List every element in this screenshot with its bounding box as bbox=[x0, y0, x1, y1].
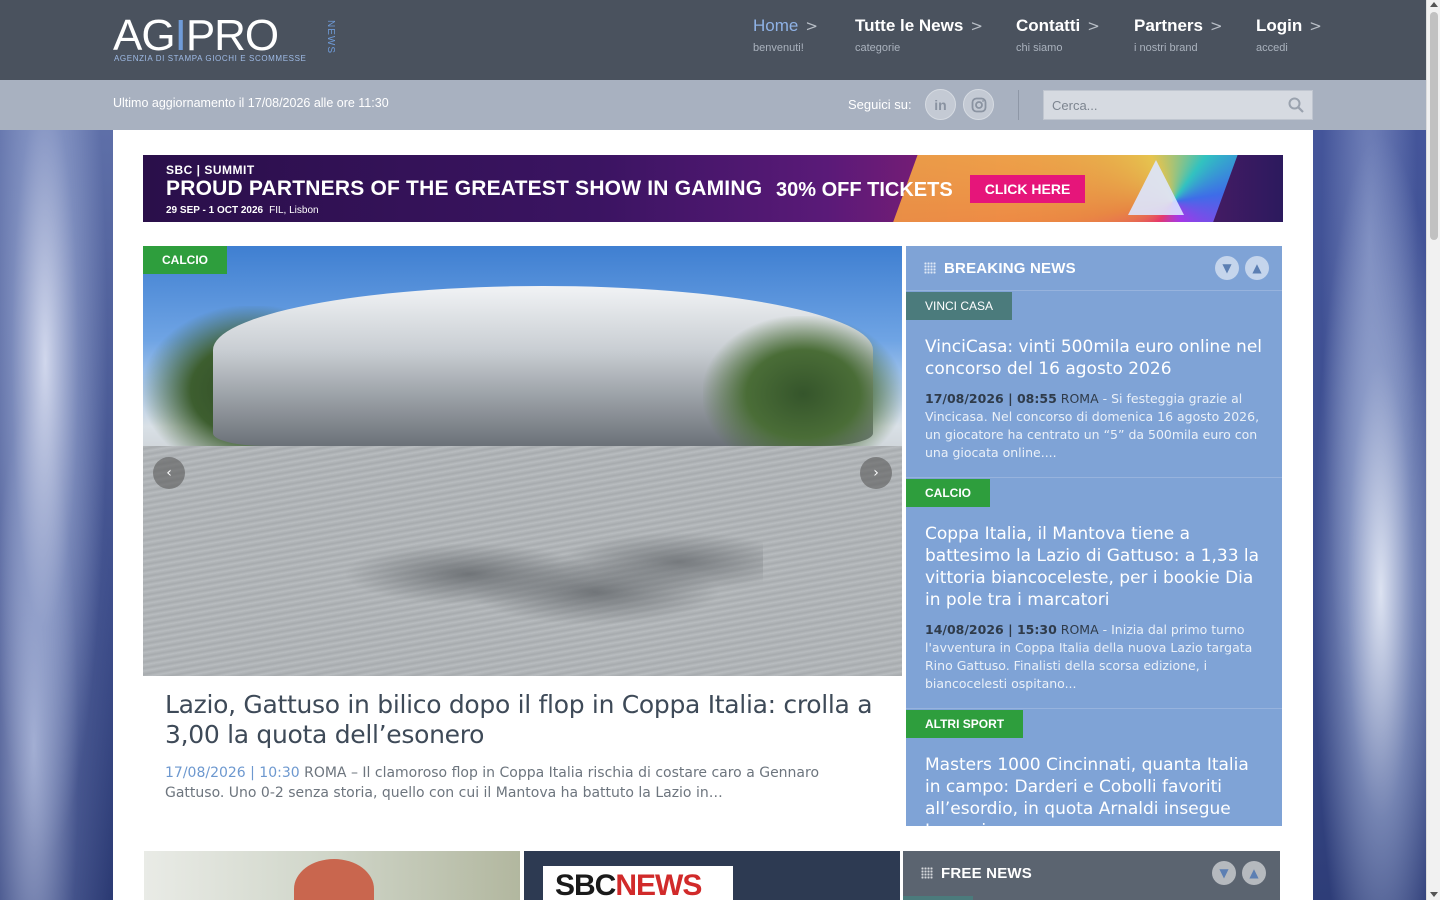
grip-icon bbox=[921, 867, 933, 879]
scroll-down-icon[interactable] bbox=[1430, 892, 1438, 897]
slider-prev-icon[interactable]: ‹ bbox=[153, 457, 185, 489]
breaking-news-item[interactable]: VINCI CASA VinciCasa: vinti 500mila euro… bbox=[906, 292, 1282, 478]
chevron-right-icon: > bbox=[805, 17, 818, 35]
article-thumbnail[interactable] bbox=[144, 851, 520, 900]
slider-next-icon[interactable]: › bbox=[860, 457, 892, 489]
nav-contatti-label: Contatti bbox=[1016, 16, 1081, 35]
breaking-news-title: BREAKING NEWS bbox=[944, 260, 1076, 277]
nav-tutte-le-news[interactable]: Tutte le News > categorie bbox=[855, 16, 983, 66]
hero-datetime: 17/08/2026 | 10:30 bbox=[165, 765, 300, 781]
hero-category-badge[interactable]: CALCIO bbox=[143, 246, 227, 274]
breaking-news-header: BREAKING NEWS ▼ ▲ bbox=[906, 246, 1282, 291]
info-bar: Ultimo aggiornamento il 17/08/2026 alle … bbox=[0, 80, 1426, 130]
nav-tutte-le-news-sub: categorie bbox=[855, 42, 901, 54]
background-left bbox=[0, 130, 113, 900]
search-icon[interactable] bbox=[1288, 97, 1304, 113]
item-category-badge[interactable]: VINCI CASA bbox=[906, 292, 1013, 320]
breaking-news-item[interactable]: ALTRI SPORT Masters 1000 Cincinnati, qua… bbox=[906, 710, 1282, 826]
nav-contatti-sub: chi siamo bbox=[1016, 42, 1063, 54]
scroll-up-icon[interactable] bbox=[1430, 2, 1438, 7]
nav-login-sub: accedi bbox=[1256, 42, 1288, 54]
chevron-right-icon: > bbox=[1309, 17, 1322, 35]
summit-logo-icon bbox=[1128, 160, 1184, 215]
item-meta: 14/08/2026 | 15:30 ROMA - Inizia dal pri… bbox=[925, 622, 1253, 691]
item-category-badge[interactable]: ALTRI SPORT bbox=[906, 710, 1024, 738]
free-news-header: FREE NEWS ▼ ▲ bbox=[903, 851, 1280, 896]
chevron-up-icon[interactable]: ▲ bbox=[1242, 861, 1266, 885]
nav-home-label: Home bbox=[753, 16, 799, 35]
chevron-down-icon[interactable]: ▼ bbox=[1212, 861, 1236, 885]
follow-label: Seguici su: bbox=[848, 97, 912, 112]
free-news-panel: FREE NEWS ▼ ▲ bbox=[903, 851, 1280, 900]
hero-article-title[interactable]: Lazio, Gattuso in bilico dopo il flop in… bbox=[165, 690, 875, 750]
logo-news-label: NEWS bbox=[325, 20, 336, 54]
chevron-right-icon: > bbox=[970, 17, 983, 35]
main-content: SBC | SUMMIT PROUD PARTNERS OF THE GREAT… bbox=[113, 130, 1313, 900]
divider bbox=[1018, 90, 1019, 120]
breaking-news-panel: BREAKING NEWS ▼ ▲ VINCI CASA VinciCasa: … bbox=[906, 246, 1282, 826]
sbc-news-logo: SBCNEWS bbox=[543, 866, 733, 900]
item-title[interactable]: Masters 1000 Cincinnati, quanta Italia i… bbox=[925, 754, 1265, 826]
nav-partners-label: Partners bbox=[1134, 16, 1203, 35]
item-title[interactable]: Coppa Italia, il Mantova tiene a battesi… bbox=[925, 523, 1265, 611]
nav-home[interactable]: Home > benvenuti! bbox=[753, 16, 818, 66]
item-meta: 17/08/2026 | 08:55 ROMA - Si festeggia g… bbox=[925, 391, 1260, 460]
banner-offer: 30% OFF TICKETS bbox=[776, 179, 953, 201]
chevron-right-icon: > bbox=[1209, 17, 1223, 35]
top-navbar: AGIPRO NEWS AGENZIA DI STAMPA GIOCHI E S… bbox=[0, 0, 1426, 80]
item-title[interactable]: VinciCasa: vinti 500mila euro online nel… bbox=[925, 336, 1265, 380]
hero-article-meta: 17/08/2026 | 10:30 ROMA – Il clamoroso f… bbox=[165, 763, 875, 803]
nav-login-label: Login bbox=[1256, 16, 1303, 35]
sbc-news-thumbnail[interactable]: SBCNEWS bbox=[524, 851, 900, 900]
instagram-icon[interactable] bbox=[963, 89, 994, 120]
last-update-text: Ultimo aggiornamento il 17/08/2026 alle … bbox=[113, 96, 389, 110]
nav-tutte-le-news-label: Tutte le News bbox=[855, 16, 964, 35]
nav-home-sub: benvenuti! bbox=[753, 42, 804, 54]
logo-tagline: AGENZIA DI STAMPA GIOCHI E SCOMMESSE bbox=[114, 54, 307, 63]
page-scrollbar[interactable] bbox=[1426, 0, 1440, 900]
nav-login[interactable]: Login > accedi bbox=[1256, 16, 1322, 66]
chevron-up-icon[interactable]: ▲ bbox=[1245, 256, 1269, 280]
nav-partners-sub: i nostri brand bbox=[1134, 42, 1198, 54]
linkedin-icon[interactable]: in bbox=[925, 89, 956, 120]
banner-top-label: SBC | SUMMIT bbox=[166, 163, 255, 177]
nav-contatti[interactable]: Contatti > chi siamo bbox=[1016, 16, 1100, 66]
chevron-right-icon: > bbox=[1087, 17, 1100, 35]
banner-headline: PROUD PARTNERS OF THE GREATEST SHOW IN G… bbox=[166, 177, 763, 200]
site-logo[interactable]: AGIPRO NEWS AGENZIA DI STAMPA GIOCHI E S… bbox=[113, 14, 338, 68]
free-news-title: FREE NEWS bbox=[941, 865, 1032, 882]
nav-partners[interactable]: Partners > i nostri brand bbox=[1134, 16, 1223, 66]
hero-slider-image[interactable]: CALCIO ‹ › bbox=[143, 246, 902, 676]
sbc-summit-banner[interactable]: SBC | SUMMIT PROUD PARTNERS OF THE GREAT… bbox=[143, 155, 1283, 222]
item-category-badge[interactable]: CALCIO bbox=[906, 479, 990, 507]
breaking-news-item[interactable]: CALCIO Coppa Italia, il Mantova tiene a … bbox=[906, 479, 1282, 709]
search-box bbox=[1043, 90, 1313, 120]
search-input[interactable] bbox=[1044, 91, 1284, 119]
banner-dates: 29 SEP - 1 OCT 2026 FIL, Lisbon bbox=[166, 205, 319, 216]
scrollbar-thumb[interactable] bbox=[1430, 12, 1438, 240]
banner-cta-button[interactable]: CLICK HERE bbox=[970, 175, 1085, 203]
chevron-down-icon[interactable]: ▼ bbox=[1215, 256, 1239, 280]
logo-wordmark: AGIPRO bbox=[113, 11, 279, 60]
background-right bbox=[1313, 130, 1426, 900]
grip-icon bbox=[924, 262, 936, 274]
